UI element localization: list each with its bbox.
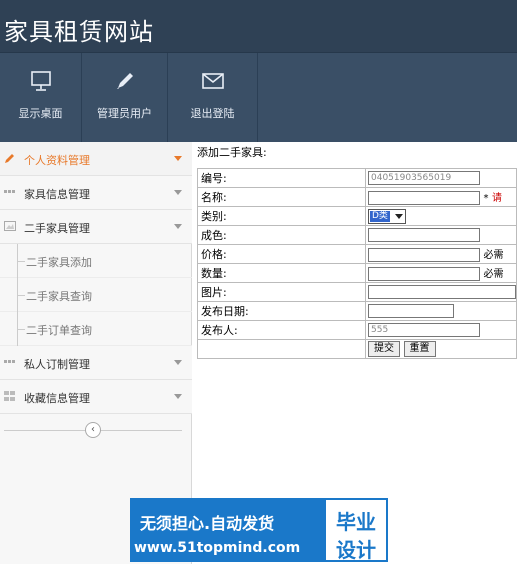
watermark-line2: www.51topmind.com [134,540,301,556]
watermark-badge: 毕业 设计 [324,498,388,562]
field-label: 发布人: [197,320,366,340]
form-title: 添加二手家具: [197,146,267,159]
monitor-icon [30,71,51,91]
form-row-name: 名称: * 请 [197,187,517,207]
sidebar-item-favorites[interactable]: 收藏信息管理 [0,380,192,414]
sidebar-subitem-add[interactable]: 二手家具添加 [0,244,192,278]
toolbar-label: 管理员用户 [97,107,152,120]
field-label: 成色: [197,225,366,245]
chevron-down-icon [174,156,182,161]
watermark-line1: 无须担心.自动发货 [140,514,275,533]
quantity-field[interactable] [368,267,480,281]
watermark-badge-line1: 毕业 [336,510,376,534]
price-field[interactable] [368,248,480,262]
image-icon [4,221,16,231]
name-field[interactable] [368,191,480,205]
form-row-publisher: 发布人: 555 [197,320,517,340]
chevron-down-icon [174,190,182,195]
pencil-icon [116,73,133,89]
form-row-actions: 提交 重置 [197,339,517,359]
category-selected-value: D类 [370,210,390,222]
empty-cell [197,339,366,359]
watermark-banner: 无须担心.自动发货 www.51topmind.com 毕业 设计 [130,498,388,562]
sidebar-item-profile[interactable]: 个人资料管理 [0,142,192,176]
field-label: 图片: [197,282,366,302]
tree-branch [17,261,25,262]
toolbar-admin-user[interactable]: 管理员用户 [82,53,168,143]
name-hint: 请 [492,193,502,204]
image-field[interactable] [368,285,516,299]
chevron-down-icon [174,224,182,229]
toolbar-logout[interactable]: 退出登陆 [168,53,258,143]
sidebar-item-secondhand[interactable]: 二手家具管理 [0,210,192,244]
grid-icon [4,391,15,401]
sidebar-subitem-label: 二手订单查询 [26,324,92,337]
collapse-sidebar-button[interactable]: ‹ [85,422,101,438]
sidebar-item-label: 家具信息管理 [24,188,90,201]
quantity-hint: 必需 [483,269,504,280]
form-row-quantity: 数量: 必需 [197,263,517,283]
sidebar-subitem-label: 二手家具查询 [26,290,92,303]
required-mark: * [483,193,489,204]
tree-branch [17,295,25,296]
tree-branch [17,329,25,330]
field-label: 发布日期: [197,301,366,321]
toolbar-label: 显示桌面 [18,107,63,120]
reset-button[interactable]: 重置 [403,341,436,357]
app-header: 家具租赁网站 [0,0,517,52]
form-row-image: 图片: [197,282,517,302]
field-label: 数量: [197,263,366,283]
publisher-field[interactable]: 555 [368,323,480,337]
sidebar-subitem-search[interactable]: 二手家具查询 [0,278,192,312]
condition-field[interactable] [368,228,480,242]
grid-icon [4,190,15,193]
watermark-badge-line2: 设计 [336,538,376,562]
sidebar-item-label: 收藏信息管理 [24,392,90,405]
form-row-code: 编号: 04051903565019 [197,168,517,188]
sidebar-item-label: 个人资料管理 [24,154,90,167]
field-label: 编号: [197,168,366,188]
toolbar-label: 退出登陆 [190,107,235,120]
field-label: 类别: [197,206,366,226]
submit-button[interactable]: 提交 [368,341,400,357]
price-hint: 必需 [483,250,504,261]
publish-date-field[interactable] [368,304,454,318]
top-toolbar: 显示桌面 管理员用户 退出登陆 [0,52,517,143]
sidebar-item-label: 私人订制管理 [24,358,90,371]
chevron-down-icon [174,360,182,365]
form-row-date: 发布日期: [197,301,517,321]
category-select[interactable]: D类 [368,208,406,224]
chevron-down-icon [174,394,182,399]
pencil-icon [5,154,14,163]
sidebar-subitem-orders[interactable]: 二手订单查询 [0,312,192,346]
sidebar-subitem-label: 二手家具添加 [26,256,92,269]
form-row-color: 成色: [197,225,517,245]
chevron-down-icon [395,213,403,219]
sidebar-item-label: 二手家具管理 [24,222,90,235]
form-row-price: 价格: 必需 [197,244,517,264]
app-title: 家具租赁网站 [4,18,154,46]
field-label: 名称: [197,187,366,207]
code-field[interactable]: 04051903565019 [368,171,480,185]
grid-icon [4,360,15,363]
sidebar-item-furniture-info[interactable]: 家具信息管理 [0,176,192,210]
form-row-category: 类别: D类 [197,206,517,226]
add-furniture-form: 编号: 04051903565019 名称: * 请 类别: D类 成色: 价格… [197,168,517,359]
field-label: 价格: [197,244,366,264]
toolbar-show-desktop[interactable]: 显示桌面 [0,53,82,143]
sidebar-item-custom[interactable]: 私人订制管理 [0,346,192,380]
envelope-icon [201,73,224,89]
